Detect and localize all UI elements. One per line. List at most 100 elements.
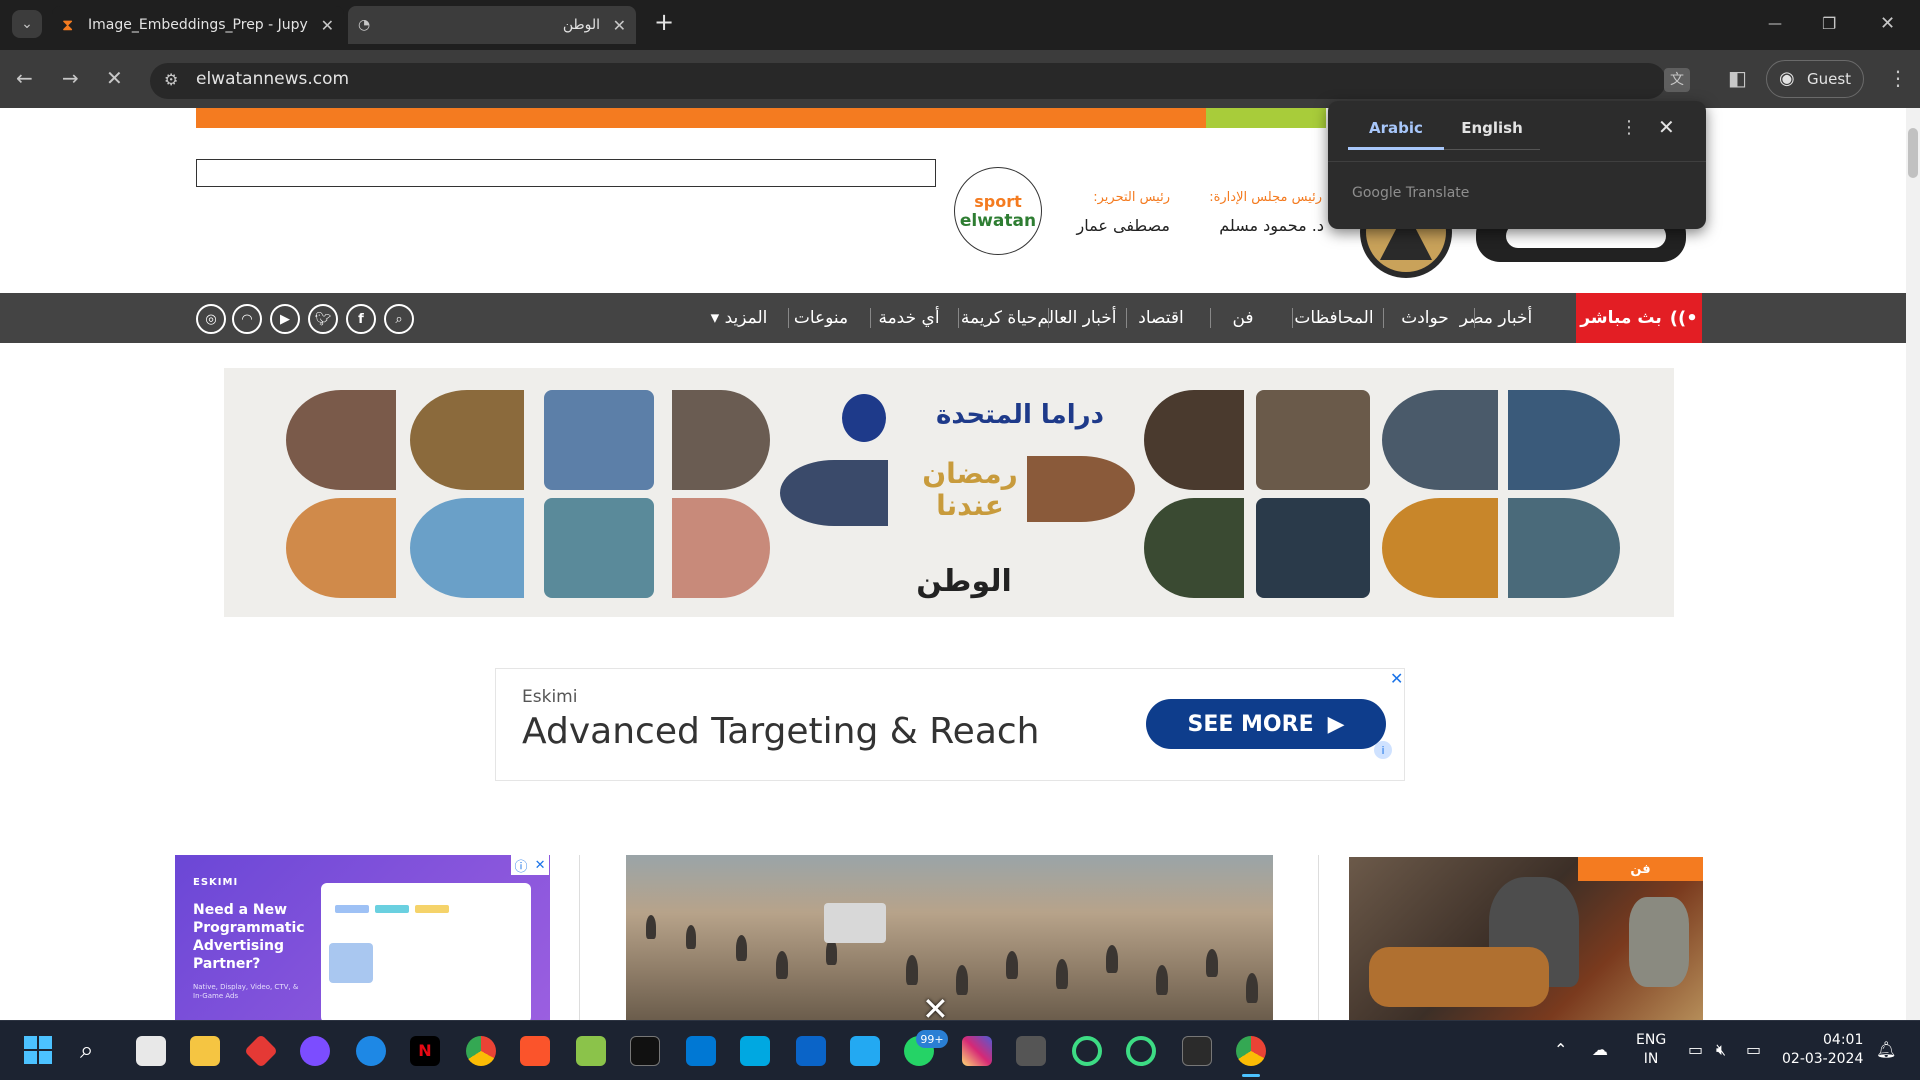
page-scrollbar[interactable] (1906, 108, 1920, 1020)
search-icon[interactable]: ⌕ (80, 1036, 110, 1066)
nav-separator (788, 308, 789, 328)
close-icon[interactable]: ✕ (1658, 115, 1675, 139)
ramadan-drama-banner[interactable]: دراما المتحدة رمضان عندنا الوطن (224, 368, 1674, 617)
chrome-icon[interactable] (466, 1036, 496, 1066)
news-lead-image[interactable] (626, 855, 1273, 1020)
translate-tab-english[interactable]: English (1444, 119, 1540, 137)
poster (672, 498, 770, 598)
prime-video-icon[interactable] (740, 1036, 770, 1066)
edge-icon[interactable] (356, 1036, 386, 1066)
ad-info-icon[interactable]: ⓘ (515, 856, 528, 875)
app-window-icon[interactable] (1016, 1036, 1046, 1066)
translate-tab-arabic[interactable]: Arabic (1348, 119, 1444, 137)
back-icon[interactable]: ← (16, 66, 33, 90)
terminal-icon[interactable] (630, 1036, 660, 1066)
tab-jupyter[interactable]: ⧗ Image_Embeddings_Prep - Jupy ✕ (52, 6, 344, 44)
article-image[interactable] (1349, 857, 1703, 1020)
site-info-icon[interactable]: ⚙ (164, 68, 178, 92)
system-clock[interactable]: 04:01 02-03-2024 (1782, 1031, 1863, 1069)
search-box[interactable] (196, 159, 936, 187)
instagram-icon[interactable] (962, 1036, 992, 1066)
app-green-ring-icon-2[interactable] (1126, 1036, 1156, 1066)
ad-subtext: Native, Display, Video, CTV, & In-Game A… (193, 983, 299, 1000)
url-text[interactable]: elwatannews.com (196, 69, 349, 89)
category-badge[interactable]: فن (1578, 857, 1703, 881)
rss-icon[interactable]: ◠ (232, 304, 262, 334)
scrollbar-thumb[interactable] (1908, 128, 1918, 178)
browser-menu-icon[interactable]: ⋮ (1888, 66, 1908, 90)
editor-label: رئيس التحرير: (1093, 190, 1170, 205)
translate-icon[interactable]: 文 (1664, 68, 1690, 92)
powershell-icon[interactable] (1182, 1036, 1212, 1066)
tab-close-icon[interactable]: ✕ (613, 16, 626, 35)
tab-close-icon[interactable]: ✕ (321, 16, 334, 35)
file-explorer-icon[interactable] (190, 1036, 220, 1066)
netflix-icon[interactable]: N (410, 1036, 440, 1066)
nav-item[interactable]: المحافظات (1289, 308, 1379, 328)
instagram-icon[interactable]: ◎ (196, 304, 226, 334)
battery-icon[interactable]: ▭ (1746, 1040, 1761, 1059)
united-media-logo (842, 394, 886, 442)
input-language[interactable]: ENG IN (1636, 1031, 1666, 1069)
ad-close-icon[interactable]: ✕ (1390, 669, 1403, 688)
maximize-button[interactable]: ❐ (1822, 12, 1836, 36)
nav-item[interactable]: المزيد ▾ (694, 308, 784, 328)
app-green-ring-icon[interactable] (1072, 1036, 1102, 1066)
live-label: بث مباشر (1580, 308, 1662, 328)
nav-item[interactable]: أي خدمة (864, 308, 954, 328)
forward-icon[interactable]: → (62, 66, 79, 90)
poster (1508, 498, 1620, 598)
poster (1382, 498, 1498, 598)
volume-muted-icon[interactable]: 🔇︎ (1716, 1040, 1726, 1060)
side-panel-icon[interactable]: ◧ (1728, 66, 1747, 90)
youtube-icon[interactable]: ▶ (270, 304, 300, 334)
nav-item[interactable]: أخبار العالم (1032, 308, 1122, 328)
nav-separator (1292, 308, 1293, 328)
onedrive-icon[interactable]: ☁ (1592, 1040, 1608, 1059)
more-options-icon[interactable]: ⋮ (1620, 117, 1638, 138)
profile-button[interactable]: ◉ Guest (1766, 60, 1864, 98)
eskimi-side-ad[interactable]: ESKIMI Need a New Programmatic Advertisi… (175, 855, 550, 1020)
tab-search-button[interactable]: ⌄ (12, 10, 42, 38)
eskimi-ad[interactable]: Eskimi Advanced Targeting & Reach SEE MO… (495, 668, 1405, 781)
chevron-up-icon[interactable]: ⌃ (1554, 1040, 1567, 1059)
nav-item[interactable]: منوعات (776, 308, 866, 328)
copilot-icon[interactable] (300, 1036, 330, 1066)
ad-controls[interactable]: ⓘ ✕ (511, 855, 549, 875)
tab-elwatan[interactable]: ◔ الوطن ✕ (348, 6, 636, 44)
tab-title: Image_Embeddings_Prep - Jupy (88, 17, 308, 33)
nav-item[interactable]: حوادث (1380, 308, 1470, 328)
ad-info-icon[interactable]: i (1374, 741, 1392, 759)
notepad-icon[interactable] (576, 1036, 606, 1066)
nav-item[interactable]: حياة كريمة (954, 308, 1044, 328)
search-icon[interactable]: ⌕ (384, 304, 414, 334)
app-blue-icon[interactable] (686, 1036, 716, 1066)
live-stream-button[interactable]: بث مباشر ((• (1576, 293, 1702, 343)
store-icon[interactable] (136, 1036, 166, 1066)
lang-line2: IN (1643, 1051, 1659, 1067)
twitter-icon[interactable]: 🐦︎ (308, 304, 338, 334)
see-more-button[interactable]: SEE MORE ▶ (1146, 699, 1386, 749)
ad-close-icon[interactable]: ✕ (535, 858, 546, 873)
sport-elwatan-logo[interactable]: sport elwatan (954, 167, 1042, 255)
facebook-icon[interactable]: f (346, 304, 376, 334)
nav-item[interactable]: فن (1198, 308, 1288, 328)
stop-loading-icon[interactable]: ✕ (106, 66, 123, 90)
poster (1144, 390, 1244, 490)
nav-separator (1126, 308, 1127, 328)
windows-start-icon[interactable] (24, 1036, 52, 1064)
new-tab-button[interactable]: + (654, 10, 674, 34)
minimize-button[interactable]: — (1768, 12, 1782, 36)
outlook-icon[interactable] (796, 1036, 826, 1066)
vscode-icon[interactable] (850, 1036, 880, 1066)
network-icon[interactable]: ▭ (1688, 1040, 1703, 1059)
nav-separator (1383, 308, 1384, 328)
address-bar[interactable] (150, 63, 1666, 99)
play-arrow-icon: ▶ (1327, 711, 1345, 737)
close-window-button[interactable]: ✕ (1880, 12, 1895, 36)
chrome-active-icon[interactable] (1236, 1036, 1266, 1066)
poster (1256, 498, 1370, 598)
notification-bell-icon[interactable]: 🔔︎ (1876, 1040, 1896, 1059)
brave-icon[interactable] (520, 1036, 550, 1066)
nav-item[interactable]: اقتصاد (1116, 308, 1206, 328)
